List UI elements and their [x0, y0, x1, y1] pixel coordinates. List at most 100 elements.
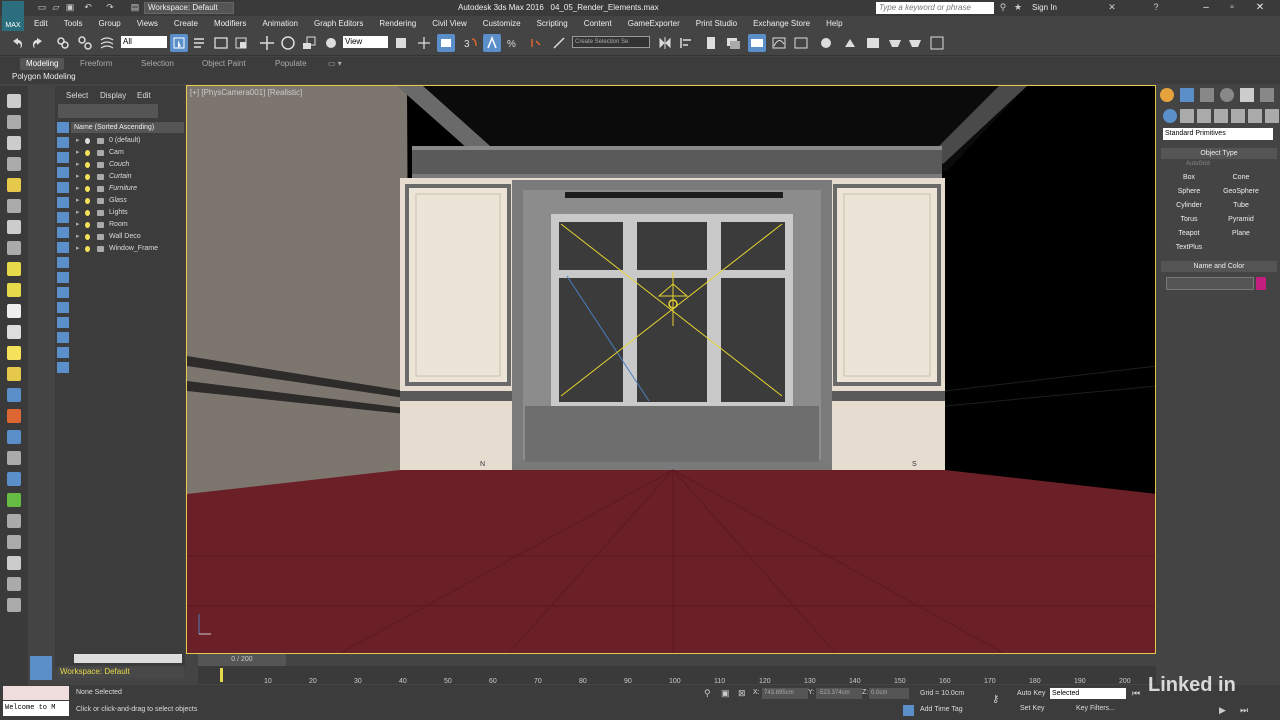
- expand-arrow-icon[interactable]: ▸: [76, 183, 80, 195]
- y-coordinate-field[interactable]: -523.374cm: [816, 688, 862, 699]
- go-to-start-icon[interactable]: ⏮: [1132, 688, 1140, 699]
- save-file-icon[interactable]: ▣: [64, 2, 76, 13]
- visibility-bulb-icon[interactable]: [85, 198, 90, 204]
- minimize-button[interactable]: –: [1196, 1, 1216, 15]
- layer-row[interactable]: ▸ Wall Deco: [71, 231, 184, 243]
- set-key-button[interactable]: Set Key: [1020, 705, 1045, 712]
- viewport-render[interactable]: [187, 86, 1156, 654]
- visibility-bulb-icon[interactable]: [85, 150, 90, 156]
- reference-coord-dropdown[interactable]: View: [343, 36, 388, 48]
- timeline[interactable]: 10 20 30 40 50 60 70 80 90 100 110 120 130 140 150 160 1…: [198, 666, 1156, 685]
- keyboard-shortcut-icon[interactable]: [437, 34, 455, 52]
- tool-icon[interactable]: [7, 472, 21, 486]
- layer-manager-icon[interactable]: [724, 34, 742, 52]
- tool-icon[interactable]: [7, 388, 21, 402]
- key-mode-dropdown[interactable]: Selected: [1050, 688, 1126, 699]
- isolate-selection-icon[interactable]: ⚲: [704, 688, 711, 699]
- select-object-icon[interactable]: [170, 34, 188, 52]
- tab-object-paint[interactable]: Object Paint: [196, 58, 252, 70]
- menu-help[interactable]: Help: [818, 17, 850, 30]
- create-tab-icon[interactable]: [1160, 88, 1174, 102]
- explorer-filter-icon[interactable]: [57, 257, 69, 268]
- visibility-bulb-icon[interactable]: [85, 222, 90, 228]
- explorer-filter-icon[interactable]: [57, 362, 69, 373]
- tab-modeling[interactable]: Modeling: [20, 58, 65, 70]
- object-color-swatch[interactable]: [1256, 277, 1266, 290]
- explorer-search-input[interactable]: [58, 104, 158, 118]
- manipulate-icon[interactable]: [415, 34, 433, 52]
- expand-arrow-icon[interactable]: ▸: [76, 195, 80, 207]
- expand-arrow-icon[interactable]: ▸: [76, 219, 80, 231]
- menu-tools[interactable]: Tools: [56, 17, 91, 30]
- align-icon[interactable]: [678, 34, 696, 52]
- redo-icon[interactable]: [29, 34, 47, 52]
- layer-row[interactable]: ▸ Furniture: [71, 183, 184, 195]
- visibility-bulb-icon[interactable]: [85, 186, 90, 192]
- snaps-toggle-icon[interactable]: 3: [462, 34, 480, 52]
- absolute-mode-icon[interactable]: ⊠: [738, 688, 746, 699]
- tool-icon[interactable]: [7, 451, 21, 465]
- add-time-tag[interactable]: Add Time Tag: [920, 706, 963, 713]
- toggle-ribbon-icon[interactable]: [748, 34, 766, 52]
- undo-icon[interactable]: ↶: [82, 2, 94, 13]
- open-file-icon[interactable]: ▱: [50, 2, 62, 13]
- explorer-filter-icon[interactable]: [57, 182, 69, 193]
- schematic-view-icon[interactable]: [792, 34, 810, 52]
- bottom-workspace-selector[interactable]: Workspace: Default: [58, 666, 184, 678]
- create-sphere-button[interactable]: Sphere: [1166, 186, 1212, 198]
- scale-icon[interactable]: [300, 34, 318, 52]
- menu-customize[interactable]: Customize: [475, 17, 529, 30]
- expand-arrow-icon[interactable]: ▸: [76, 147, 80, 159]
- render-setup-icon[interactable]: [842, 34, 860, 52]
- tool-icon[interactable]: [7, 514, 21, 528]
- z-coordinate-field[interactable]: 0.0cm: [869, 688, 909, 699]
- place-icon[interactable]: [322, 34, 340, 52]
- menu-civil-view[interactable]: Civil View: [424, 17, 475, 30]
- tool-icon[interactable]: [7, 430, 21, 444]
- expand-arrow-icon[interactable]: ▸: [76, 135, 80, 147]
- create-cylinder-button[interactable]: Cylinder: [1166, 200, 1212, 212]
- ribbon-options-icon[interactable]: ▭ ▾: [322, 58, 348, 70]
- explorer-column-header[interactable]: Name (Sorted Ascending): [71, 122, 184, 133]
- menu-animation[interactable]: Animation: [254, 17, 306, 30]
- systems-icon[interactable]: [1265, 109, 1279, 123]
- subscription-icon[interactable]: ★: [1012, 2, 1024, 13]
- expand-arrow-icon[interactable]: ▸: [76, 171, 80, 183]
- explorer-filter-icon[interactable]: [57, 272, 69, 283]
- explorer-filter-icon[interactable]: [57, 197, 69, 208]
- create-pyramid-button[interactable]: Pyramid: [1218, 214, 1264, 226]
- rendered-frame-icon[interactable]: [864, 34, 882, 52]
- tool-icon[interactable]: [7, 409, 21, 423]
- create-geosphere-button[interactable]: GeoSphere: [1218, 186, 1264, 198]
- modify-tab-icon[interactable]: [1180, 88, 1194, 102]
- maximize-button[interactable]: ▫: [1222, 1, 1242, 15]
- explorer-filter-icon[interactable]: [57, 242, 69, 253]
- helpers-icon[interactable]: [1231, 109, 1245, 123]
- explorer-tab-display[interactable]: Display: [100, 91, 126, 100]
- window-crossing-icon[interactable]: [232, 34, 250, 52]
- menu-rendering[interactable]: Rendering: [371, 17, 424, 30]
- utilities-tab-icon[interactable]: [1260, 88, 1274, 102]
- explorer-filter-icon[interactable]: [57, 122, 69, 133]
- material-editor-icon[interactable]: [817, 34, 835, 52]
- geometry-icon[interactable]: [1163, 109, 1177, 123]
- tool-icon[interactable]: [7, 157, 21, 171]
- rect-selection-icon[interactable]: [212, 34, 230, 52]
- primitive-category-dropdown[interactable]: Standard Primitives: [1163, 128, 1273, 140]
- explorer-tab-edit[interactable]: Edit: [137, 91, 151, 100]
- display-tab-icon[interactable]: [1240, 88, 1254, 102]
- explorer-filter-icon[interactable]: [57, 332, 69, 343]
- key-filters-button[interactable]: Key Filters...: [1076, 705, 1115, 712]
- layer-row[interactable]: ▸ Window_Frame: [71, 243, 184, 255]
- tab-freeform[interactable]: Freeform: [74, 58, 118, 70]
- redo-icon[interactable]: ↷: [104, 2, 116, 13]
- tool-icon[interactable]: [7, 598, 21, 612]
- create-plane-button[interactable]: Plane: [1218, 228, 1264, 240]
- tab-populate[interactable]: Populate: [269, 58, 313, 70]
- tool-icon[interactable]: [7, 220, 21, 234]
- unlink-icon[interactable]: [76, 34, 94, 52]
- undo-icon[interactable]: [8, 34, 26, 52]
- tool-icon[interactable]: [7, 241, 21, 255]
- tool-icon[interactable]: [7, 325, 21, 339]
- move-icon[interactable]: [258, 34, 276, 52]
